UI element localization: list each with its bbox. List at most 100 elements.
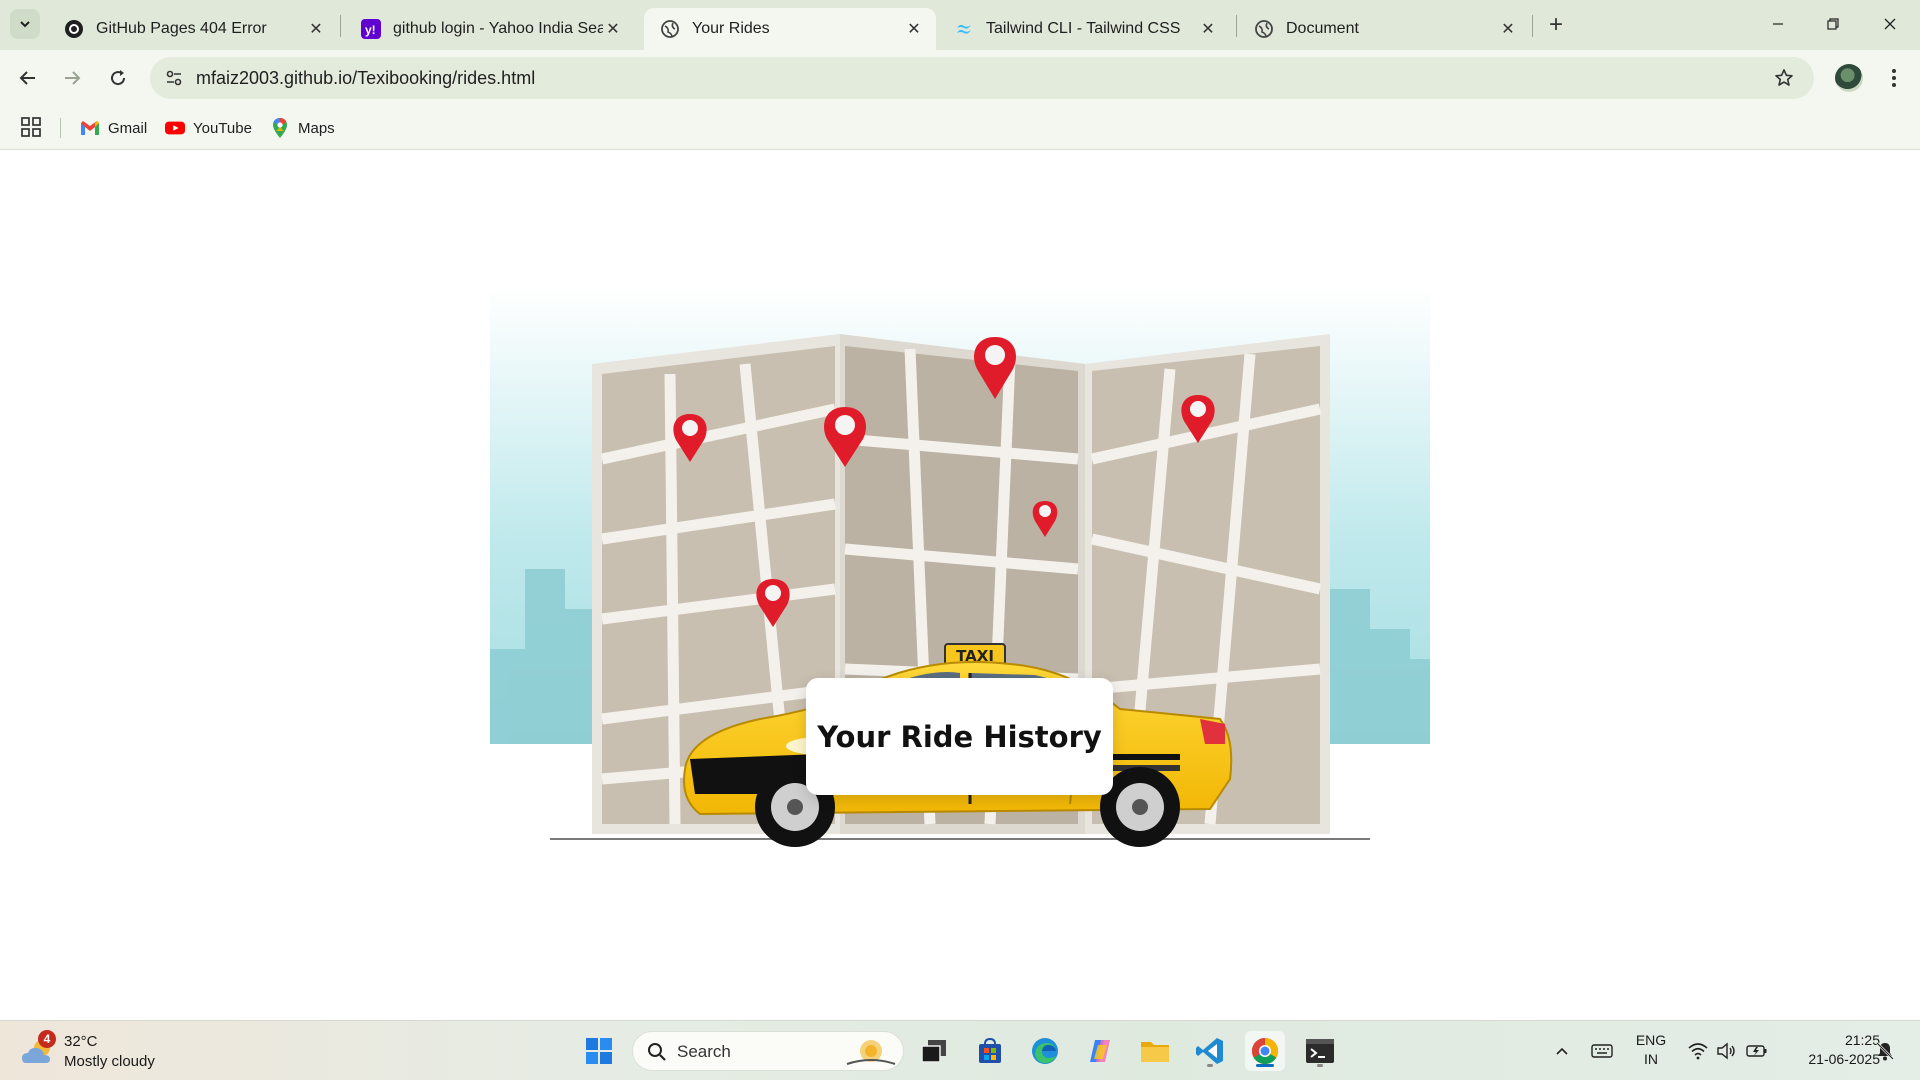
- tab-title: Your Rides: [692, 20, 770, 37]
- file-explorer-button[interactable]: [1135, 1031, 1175, 1071]
- search-highlight-icon: [846, 1040, 896, 1065]
- more-vertical-icon: [1892, 69, 1896, 87]
- tab-your-rides[interactable]: Your Rides ✕: [644, 8, 936, 50]
- ride-history-card: Your Ride History: [806, 678, 1113, 795]
- reload-icon: [111, 70, 126, 86]
- volume-button[interactable]: [1714, 1033, 1740, 1069]
- chevron-up-icon: [1556, 1047, 1568, 1055]
- weather-condition: Mostly cloudy: [64, 1053, 155, 1070]
- chevron-down-icon: [20, 21, 30, 28]
- tab-title: github login - Yahoo India Search: [393, 20, 603, 37]
- arrow-left-icon: [19, 71, 35, 85]
- edge-button[interactable]: [1025, 1031, 1065, 1071]
- close-icon[interactable]: ✕: [603, 19, 623, 39]
- keyboard-icon: [1591, 1044, 1613, 1058]
- arrow-right-icon: [65, 71, 81, 85]
- globe-icon: [1254, 19, 1274, 39]
- tab-tailwind-cli[interactable]: Tailwind CLI - Tailwind CSS ✕: [938, 8, 1230, 50]
- bookmark-label: Gmail: [108, 119, 148, 137]
- search-label: Search: [677, 1042, 731, 1061]
- plus-icon: +: [1548, 11, 1563, 38]
- region-code: IN: [1644, 1051, 1658, 1067]
- browser-toolbar: mfaiz2003.github.io/Texibooking/rides.ht…: [0, 50, 1920, 106]
- restore-icon: [1827, 18, 1839, 30]
- star-icon: [1775, 69, 1793, 86]
- start-button[interactable]: [579, 1031, 619, 1071]
- tab-search-button[interactable]: [10, 9, 40, 39]
- weather-temperature: 32°C: [64, 1033, 98, 1050]
- language-code: ENG: [1635, 1032, 1667, 1048]
- address-bar[interactable]: mfaiz2003.github.io/Texibooking/rides.ht…: [150, 57, 1814, 99]
- reload-button[interactable]: [102, 62, 134, 94]
- system-clock[interactable]: 21:25 21-06-2025: [1780, 1031, 1880, 1069]
- page-title: Your Ride History: [817, 719, 1102, 754]
- gmail-icon: [80, 118, 100, 138]
- chrome-button[interactable]: [1245, 1031, 1285, 1071]
- bookmark-maps[interactable]: Maps: [270, 116, 335, 140]
- close-window-button[interactable]: [1872, 8, 1908, 40]
- forward-button[interactable]: [56, 62, 88, 94]
- clock-time: 21:25: [1844, 1032, 1880, 1048]
- copilot-icon: [1090, 1040, 1110, 1062]
- touch-keyboard-button[interactable]: [1588, 1033, 1616, 1069]
- vscode-icon: [1196, 1038, 1223, 1064]
- active-indicator: [1256, 1064, 1274, 1067]
- close-icon[interactable]: ✕: [306, 19, 326, 39]
- bell-muted-icon: [1876, 1042, 1894, 1061]
- yahoo-icon: y!: [361, 19, 381, 39]
- terminal-icon: [1306, 1039, 1334, 1063]
- running-indicator: [1207, 1064, 1213, 1067]
- store-icon: [979, 1037, 1001, 1063]
- taskbar-search[interactable]: Search: [632, 1031, 904, 1071]
- network-button[interactable]: [1685, 1033, 1711, 1069]
- search-icon: [648, 1043, 666, 1061]
- weather-widget[interactable]: 4 32°C Mostly cloudy: [20, 1029, 200, 1073]
- tab-divider: [1532, 15, 1533, 37]
- battery-charging-icon: [1746, 1045, 1767, 1057]
- browser-menu-button[interactable]: [1880, 64, 1908, 92]
- copilot-button[interactable]: [1080, 1031, 1120, 1071]
- close-icon[interactable]: ✕: [1198, 19, 1218, 39]
- clock-date: 21-06-2025: [1808, 1051, 1880, 1067]
- tab-github-404[interactable]: GitHub Pages 404 Error ✕: [48, 8, 338, 50]
- bookmark-youtube[interactable]: YouTube: [165, 116, 252, 140]
- url-text: mfaiz2003.github.io/Texibooking/rides.ht…: [196, 68, 536, 88]
- battery-button[interactable]: [1744, 1033, 1770, 1069]
- maps-icon: [270, 118, 290, 138]
- close-icon[interactable]: ✕: [904, 19, 924, 39]
- github-icon: [64, 19, 84, 39]
- site-info-icon[interactable]: [162, 66, 186, 90]
- tab-title: Document: [1286, 20, 1359, 37]
- apps-grid-icon[interactable]: [20, 116, 44, 140]
- tab-document[interactable]: Document ✕: [1238, 8, 1530, 50]
- bookmarks-divider: [60, 118, 61, 138]
- page-content: TAXI Your Ride History: [0, 151, 1920, 1020]
- show-hidden-icons-button[interactable]: [1552, 1033, 1572, 1069]
- bookmark-gmail[interactable]: Gmail: [80, 116, 147, 140]
- tab-strip: GitHub Pages 404 Error ✕ y! github login…: [0, 0, 1920, 50]
- bookmark-label: Maps: [298, 119, 335, 137]
- back-button[interactable]: [12, 62, 44, 94]
- speaker-icon: [1717, 1042, 1735, 1060]
- bookmark-star-button[interactable]: [1772, 66, 1796, 90]
- windows-taskbar: 4 32°C Mostly cloudy Search ENG IN 21:25…: [0, 1020, 1920, 1080]
- edge-icon: [1032, 1038, 1058, 1064]
- close-icon[interactable]: ✕: [1498, 19, 1518, 39]
- new-tab-button[interactable]: +: [1542, 11, 1570, 39]
- tailwind-icon: [954, 19, 974, 39]
- microsoft-store-button[interactable]: [970, 1031, 1010, 1071]
- profile-avatar[interactable]: [1835, 64, 1863, 92]
- task-view-button[interactable]: [914, 1031, 954, 1071]
- vscode-button[interactable]: [1190, 1031, 1230, 1071]
- bookmarks-bar: Gmail YouTube Maps: [0, 106, 1920, 150]
- wifi-icon: [1688, 1043, 1708, 1060]
- terminal-button[interactable]: [1300, 1031, 1340, 1071]
- task-view-icon: [921, 1040, 946, 1063]
- notifications-button[interactable]: [1872, 1033, 1898, 1069]
- tab-yahoo-search[interactable]: y! github login - Yahoo India Search ✕: [345, 8, 635, 50]
- minimize-button[interactable]: [1760, 8, 1796, 40]
- windows-logo-icon: [586, 1038, 612, 1064]
- tab-title: Tailwind CLI - Tailwind CSS: [986, 20, 1181, 37]
- input-language[interactable]: ENG IN: [1626, 1031, 1676, 1069]
- restore-button[interactable]: [1815, 8, 1851, 40]
